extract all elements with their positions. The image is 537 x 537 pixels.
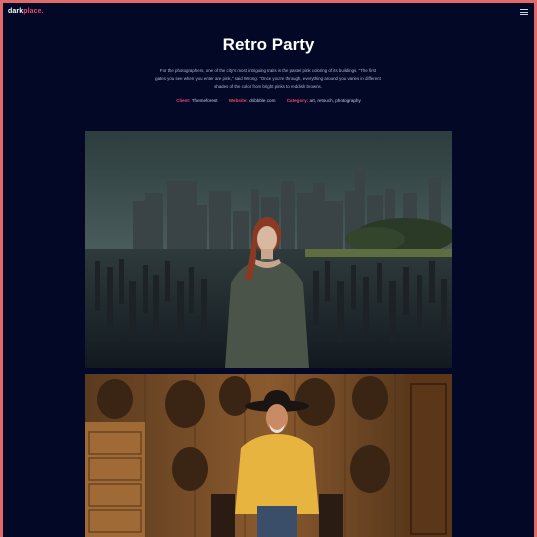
gallery-photo-skyline-portrait[interactable]: [85, 131, 452, 368]
project-description: For the photographers, one of the city's…: [148, 67, 388, 91]
logo-text: dark: [8, 8, 24, 15]
website-value[interactable]: dribbble.com: [249, 98, 275, 103]
gallery-photo-cowboy-portrait[interactable]: [85, 374, 452, 537]
site-logo[interactable]: darkplace.: [8, 8, 44, 15]
website-label: Website:: [228, 98, 248, 103]
project-meta: Client: Themeforest Website: dribbble.co…: [3, 98, 534, 103]
logo-accent-text: place.: [23, 8, 44, 15]
description-line: For the photographers, one of the city's…: [159, 68, 377, 73]
description-line: gates you see when you enter are pink," …: [155, 76, 381, 81]
category-label: Category:: [286, 98, 309, 103]
page-frame: darkplace. Retro Party For the photograp…: [3, 3, 534, 537]
description-line: shades of the color from bright pinks to…: [214, 84, 322, 89]
top-bar: darkplace.: [3, 3, 534, 23]
hamburger-menu-icon[interactable]: [520, 9, 528, 15]
menu-line: [520, 11, 528, 13]
client-label: Client:: [176, 98, 191, 103]
cowboy-portrait-image: [85, 374, 452, 537]
category-value: art, retouch, photography: [309, 98, 361, 103]
client-value: Themeforest: [191, 98, 218, 103]
page-title: Retro Party: [222, 35, 315, 54]
meta-client: Client: Themeforest: [176, 98, 217, 103]
menu-line: [520, 9, 528, 10]
meta-website: Website: dribbble.com: [229, 98, 276, 103]
menu-line: [520, 14, 528, 15]
meta-category: Category: art, retouch, photography: [287, 98, 361, 103]
skyline-portrait-image: [85, 131, 452, 368]
